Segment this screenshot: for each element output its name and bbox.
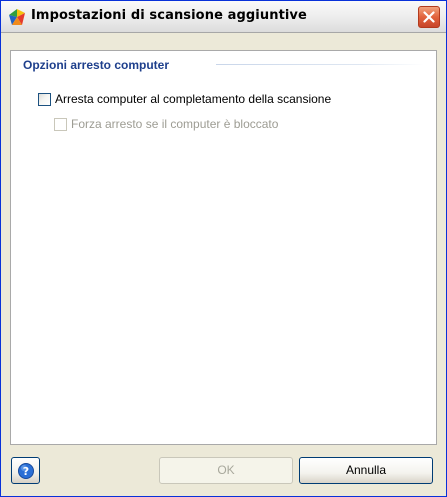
svg-text:?: ? <box>23 465 29 478</box>
avg-logo-icon <box>8 8 26 26</box>
force-shutdown-checkbox <box>54 118 67 131</box>
force-shutdown-label: Forza arresto se il computer è bloccato <box>71 117 279 131</box>
shutdown-after-scan-label[interactable]: Arresta computer al completamento della … <box>55 92 331 106</box>
cancel-button[interactable]: Annulla <box>299 457 433 484</box>
shutdown-after-scan-checkbox[interactable] <box>38 93 51 106</box>
dialog-window: Impostazioni di scansione aggiuntive Opz… <box>0 0 447 497</box>
close-button[interactable] <box>418 6 440 28</box>
title-bar[interactable]: Impostazioni di scansione aggiuntive <box>1 1 446 33</box>
section-title: Opzioni arresto computer <box>23 58 170 72</box>
ok-button: OK <box>159 457 293 484</box>
help-button[interactable]: ? <box>11 457 40 484</box>
force-shutdown-option-row: Forza arresto se il computer è bloccato <box>54 117 314 134</box>
window-title: Impostazioni di scansione aggiuntive <box>31 8 307 23</box>
options-panel: Opzioni arresto computer Arresta compute… <box>10 50 437 445</box>
section-header: Opzioni arresto computer <box>11 51 436 77</box>
section-divider <box>216 64 424 65</box>
shutdown-option-row[interactable]: Arresta computer al completamento della … <box>38 92 368 109</box>
